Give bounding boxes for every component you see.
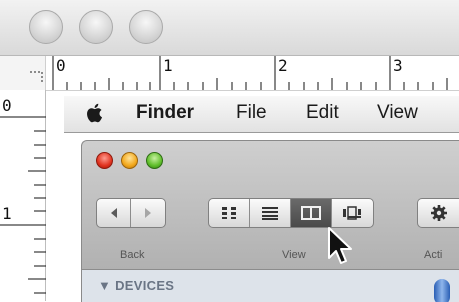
ruler-top-label: 0 (56, 56, 66, 75)
list-view-icon (262, 207, 278, 220)
minimize-button[interactable] (121, 152, 138, 169)
ruler-ticks (52, 56, 448, 90)
ruler-top-label: 3 (393, 56, 403, 75)
ruler-top-label: 1 (163, 56, 173, 75)
coverflow-view-button[interactable] (332, 199, 373, 227)
view-label: View (282, 249, 306, 261)
outer-close-button[interactable] (29, 10, 63, 44)
menu-bar: Finder File Edit View (64, 96, 459, 133)
icon-view-button[interactable] (209, 199, 250, 227)
ruler-corner (0, 56, 46, 90)
mouse-pointer-icon (328, 227, 352, 264)
menu-view[interactable]: View (377, 102, 418, 124)
icon-view-icon (222, 207, 236, 219)
ruler-left-ticks (0, 116, 46, 294)
menu-file[interactable]: File (236, 102, 267, 124)
coverflow-view-icon (343, 206, 362, 220)
ruler-left-label: 1 (2, 204, 12, 223)
column-view-button[interactable] (291, 199, 332, 227)
gear-icon (431, 205, 447, 221)
ruler-left-label: 0 (2, 96, 12, 115)
back-forward-control (96, 198, 166, 228)
sidebar-section-devices[interactable]: ▼ DEVICES (98, 278, 174, 293)
column-view-icon (301, 206, 321, 220)
forward-arrow-icon (145, 208, 151, 218)
action-label: Acti (424, 249, 443, 261)
disclosure-triangle-icon[interactable]: ▼ (98, 278, 111, 293)
sidebar-scroll-knob[interactable] (434, 279, 450, 302)
vertical-ruler[interactable]: 0 1 (0, 90, 46, 301)
outer-zoom-button[interactable] (129, 10, 163, 44)
back-button[interactable] (97, 199, 132, 227)
finder-window: Back View Acti ▼ DEVICES (81, 140, 459, 302)
forward-button[interactable] (131, 199, 165, 227)
zoom-button[interactable] (146, 152, 163, 169)
outer-window-titlebar (0, 0, 459, 56)
sidebar: ▼ DEVICES (82, 269, 459, 302)
sidebar-section-label: DEVICES (115, 278, 175, 293)
back-arrow-icon (110, 208, 117, 218)
menu-finder[interactable]: Finder (136, 102, 194, 124)
apple-logo-icon[interactable] (84, 101, 106, 125)
action-button[interactable] (417, 198, 459, 228)
list-view-button[interactable] (250, 199, 291, 227)
close-button[interactable] (96, 152, 113, 169)
outer-minimize-button[interactable] (79, 10, 113, 44)
ruler-top-label: 2 (278, 56, 288, 75)
menu-edit[interactable]: Edit (306, 102, 339, 124)
back-label: Back (120, 249, 145, 261)
horizontal-ruler[interactable]: 0 1 2 3 (0, 56, 459, 91)
ruler-origin-marker (30, 71, 43, 84)
view-mode-control (208, 198, 374, 228)
